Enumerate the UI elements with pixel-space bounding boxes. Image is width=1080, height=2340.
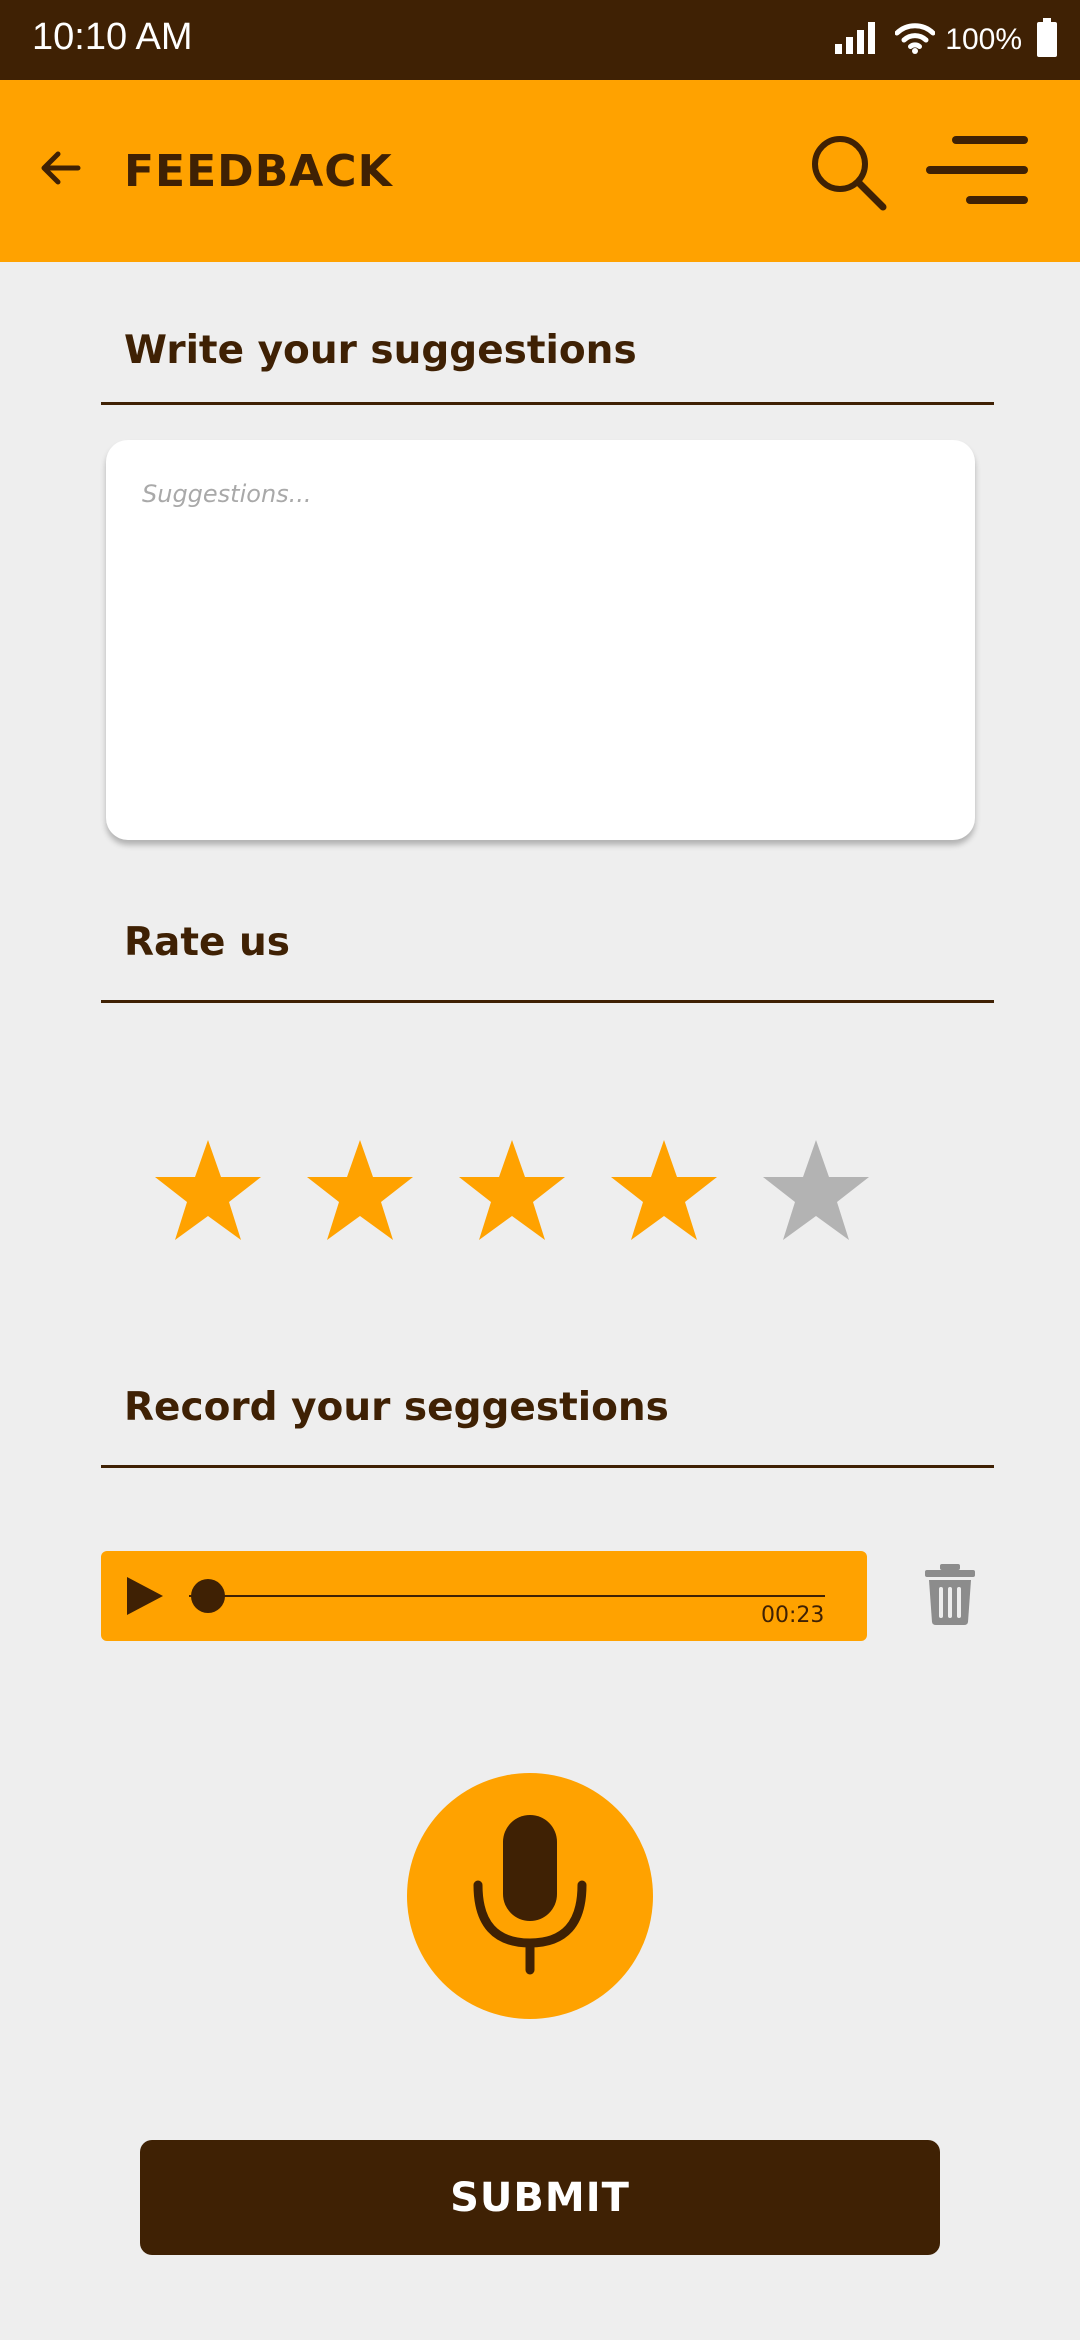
recording-divider — [101, 1465, 994, 1468]
status-bar: 10:10 AM 100% — [0, 0, 1080, 80]
back-button[interactable] — [34, 140, 90, 196]
menu-button[interactable] — [924, 132, 1030, 212]
suggestions-divider — [101, 402, 994, 405]
record-button[interactable] — [407, 1773, 653, 2019]
trash-icon — [925, 1564, 975, 1625]
signal-icon — [835, 22, 877, 58]
wifi-icon — [894, 22, 936, 58]
status-time: 10:10 AM — [32, 16, 193, 58]
suggestions-input[interactable] — [106, 440, 975, 840]
recording-heading: Record your seggestions — [124, 1385, 669, 1430]
audio-duration: 00:23 — [761, 1603, 825, 1628]
audio-progress-knob[interactable] — [191, 1579, 226, 1613]
audio-progress-track[interactable] — [189, 1595, 825, 1597]
delete-recording-button[interactable] — [922, 1562, 978, 1626]
back-arrow-icon — [41, 151, 81, 185]
audio-player: 00:23 — [101, 1551, 867, 1641]
rating-heading: Rate us — [124, 920, 290, 965]
play-icon — [127, 1577, 163, 1615]
star-icon[interactable] — [459, 1140, 565, 1240]
submit-button[interactable]: SUBMIT — [140, 2140, 940, 2255]
star-icon[interactable] — [611, 1140, 717, 1240]
play-button[interactable] — [125, 1575, 165, 1617]
star-rating — [155, 1140, 895, 1240]
page-title: FEEDBACK — [124, 146, 393, 197]
star-icon[interactable] — [763, 1140, 869, 1240]
status-icons: 100% — [835, 18, 1058, 62]
battery-percent: 100% — [945, 23, 1022, 56]
app-bar: FEEDBACK — [0, 80, 1080, 262]
search-icon — [812, 136, 887, 211]
battery-icon — [1036, 18, 1058, 62]
search-button[interactable] — [808, 132, 888, 212]
rating-divider — [101, 1000, 994, 1003]
star-icon[interactable] — [155, 1140, 261, 1240]
menu-icon — [926, 136, 1028, 204]
microphone-icon — [473, 1815, 587, 1975]
star-icon[interactable] — [307, 1140, 413, 1240]
suggestions-heading: Write your suggestions — [124, 328, 637, 373]
